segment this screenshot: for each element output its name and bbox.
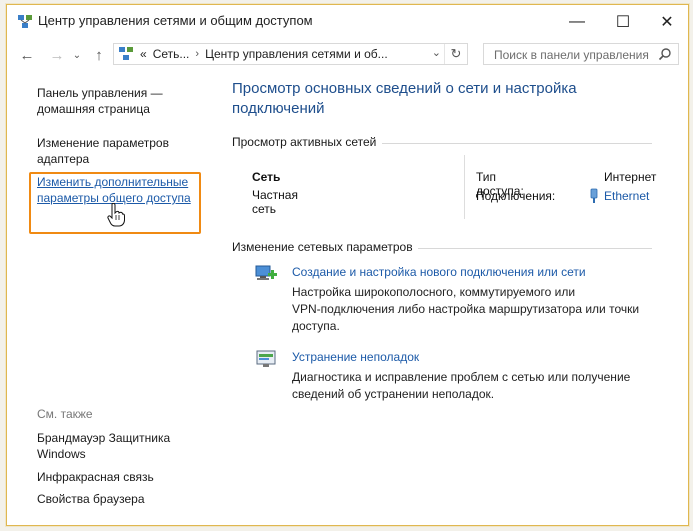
up-arrow-icon[interactable]: ↑ (89, 45, 109, 65)
navigation-bar: ← → ⌄ ↑ « Сеть... › Центр управления сет… (7, 39, 688, 71)
recent-locations-dropdown-icon[interactable]: ⌄ (71, 45, 83, 65)
network-center-icon (18, 15, 32, 28)
new-connection-icon (255, 265, 277, 280)
description-line: доступа. (292, 319, 340, 333)
network-name: Сеть (252, 170, 281, 184)
forward-arrow-icon[interactable]: → (47, 45, 67, 65)
refresh-icon[interactable]: ↻ (444, 44, 467, 64)
search-box[interactable] (483, 43, 679, 65)
minimize-button[interactable]: — (554, 5, 600, 39)
description-line: VPN-подключения либо настройка маршрутиз… (292, 302, 640, 316)
change-adapter-settings-link[interactable]: Изменение параметров адаптера (37, 135, 207, 167)
section-divider (418, 248, 652, 249)
change-settings-heading: Изменение сетевых параметров (232, 240, 413, 254)
link-text-line: Изменение параметров (37, 136, 169, 150)
link-text-line: Брандмауэр Защитника (37, 431, 171, 445)
ethernet-icon (590, 188, 598, 203)
link-text-line: Панель управления — (37, 86, 163, 100)
description-line: сведений об устранении неполадок. (292, 387, 495, 401)
window-title: Центр управления сетями и общим доступом (38, 13, 313, 28)
search-icon[interactable] (658, 47, 672, 61)
see-also-heading: См. также (37, 407, 93, 421)
troubleshoot-icon (256, 350, 276, 367)
link-text-line: адаптера (37, 152, 90, 166)
search-input[interactable] (492, 45, 656, 65)
window: 07 Центр управления сетями и общим досту… (6, 4, 689, 526)
vertical-divider (464, 155, 465, 219)
firewall-link[interactable]: Брандмауэр Защитника Windows (37, 430, 207, 462)
troubleshoot-description: Диагностика и исправление проблем с сеть… (292, 369, 652, 403)
connections-label: Подключения: (476, 189, 556, 203)
page-title-line: подключений (232, 100, 325, 117)
link-text-line: Windows (37, 447, 86, 461)
infrared-link[interactable]: Инфракрасная связь (37, 469, 207, 485)
network-type: Частная сеть (252, 188, 298, 216)
maximize-button[interactable]: ☐ (600, 5, 646, 39)
new-connection-link[interactable]: Создание и настройка нового подключения … (292, 265, 586, 279)
back-arrow-icon[interactable]: ← (17, 45, 37, 65)
new-connection-description: Настройка широкополосного, коммутируемог… (292, 284, 652, 335)
browser-properties-link[interactable]: Свойства браузера (37, 491, 207, 507)
page-title: Просмотр основных сведений о сети и наст… (232, 79, 652, 119)
network-center-icon (119, 47, 133, 60)
address-bar[interactable]: « Сеть... › Центр управления сетями и об… (113, 43, 468, 65)
troubleshoot-link[interactable]: Устранение неполадок (292, 350, 419, 364)
breadcrumb-network[interactable]: Сеть... (153, 47, 190, 61)
close-button[interactable]: ✕ (644, 5, 688, 39)
description-line: Настройка широкополосного, коммутируемог… (292, 285, 576, 299)
hand-cursor-icon (107, 203, 125, 227)
page-title-line: Просмотр основных сведений о сети и наст… (232, 80, 577, 97)
description-line: Диагностика и исправление проблем с сеть… (292, 370, 631, 384)
ethernet-connection-link[interactable]: Ethernet (604, 189, 649, 203)
link-text-line: домашняя страница (37, 102, 150, 116)
address-dropdown-icon[interactable]: ⌄ (432, 46, 441, 59)
control-panel-home-link[interactable]: Панель управления — домашняя страница (37, 85, 207, 117)
breadcrumb-overflow[interactable]: « (140, 47, 147, 61)
breadcrumb-network-center[interactable]: Центр управления сетями и об... (205, 47, 388, 61)
section-divider (382, 143, 652, 144)
active-networks-heading: Просмотр активных сетей (232, 135, 377, 149)
breadcrumb-chevron-icon[interactable]: › (195, 48, 199, 60)
title-bar: Центр управления сетями и общим доступом… (7, 5, 688, 39)
access-type-value: Интернет (604, 170, 657, 184)
